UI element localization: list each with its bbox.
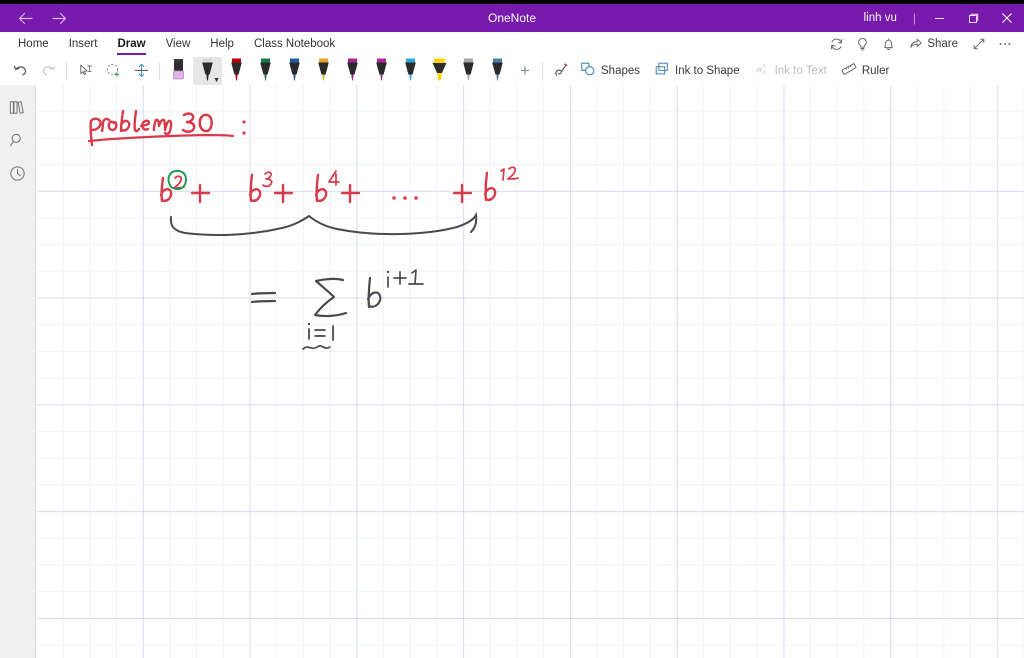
ink-drawing-layer [87,109,519,350]
bell-icon[interactable] [875,32,901,56]
ink-expression-series [159,166,519,204]
ink-to-shape-icon [654,61,670,80]
draw-toolbar: ▼ + Shapes Ink to Shape a a Ink to Text … [0,56,1024,85]
ink-to-shape-button[interactable]: Ink to Shape [649,58,749,84]
tab-draw[interactable]: Draw [107,32,155,56]
ink-to-text-button[interactable]: a a Ink to Text [749,58,836,84]
toolbar-divider-3 [542,61,543,80]
left-sidebar [0,85,36,658]
ink-to-shape-label: Ink to Shape [675,64,740,77]
lasso-select-icon[interactable] [99,58,127,84]
ink-expression-summation [250,269,424,350]
sidebar-item-search[interactable] [2,124,34,157]
insert-space-icon[interactable] [127,58,155,84]
tab-help[interactable]: Help [200,32,244,56]
title-bar-right: linh vu | [854,4,1024,32]
ruler-button[interactable]: Ruler [836,58,898,84]
ink-replay-icon[interactable] [547,58,575,84]
sidebar-item-notebooks[interactable] [2,91,34,124]
ribbon-tab-bar: Home Insert Draw View Help Class Noteboo… [0,32,1024,56]
highlighter-yellow[interactable] [425,57,454,85]
ink-to-text-label: Ink to Text [774,64,827,77]
ruler-label: Ruler [861,64,890,77]
minimize-button[interactable] [922,4,956,32]
tab-class-notebook[interactable]: Class Notebook [244,32,345,56]
ribbon-tabs-right: Share [823,32,1024,56]
navigation-arrows [0,5,76,31]
ink-brace-underline [169,211,478,237]
ink-to-text-icon: a a [754,61,770,80]
more-options-icon[interactable] [992,32,1018,56]
toolbar-divider-2 [159,61,160,80]
pen-black[interactable]: ▼ [193,56,222,85]
ribbon-tabs-left: Home Insert Draw View Help Class Noteboo… [0,32,345,56]
pen-green[interactable] [251,57,280,85]
add-pen-button[interactable]: + [512,58,538,84]
forward-button[interactable] [42,5,76,31]
pen-cyan[interactable] [396,57,425,85]
close-button[interactable] [990,4,1024,32]
share-icon [909,36,923,53]
shapes-icon [580,61,596,80]
account-name[interactable]: linh vu [854,12,907,24]
ink-heading-problem-30 [87,109,246,147]
ruler-icon [841,61,857,80]
tab-insert[interactable]: Insert [59,32,108,56]
note-page-canvas[interactable] [37,85,1024,658]
title-separator: | [912,11,916,25]
pen-blue[interactable] [280,57,309,85]
select-ink-text-icon[interactable] [71,58,99,84]
shapes-button[interactable]: Shapes [575,58,649,84]
title-bar: OneNote linh vu | [0,4,1024,32]
share-label: Share [927,38,958,50]
undo-button[interactable] [6,58,34,84]
tab-view[interactable]: View [156,32,201,56]
svg-text:a: a [762,69,765,75]
expand-icon[interactable] [966,32,992,56]
restore-button[interactable] [956,4,990,32]
pen-red[interactable] [222,57,251,85]
sidebar-item-recent[interactable] [2,157,34,190]
pen-silver[interactable] [454,57,483,85]
pen-magenta-2[interactable] [367,57,396,85]
pen-steel-blue[interactable] [483,57,512,85]
shapes-label: Shapes [601,64,641,77]
chevron-down-icon[interactable]: ▼ [213,77,220,84]
eraser-button[interactable] [164,57,193,85]
tab-home[interactable]: Home [8,32,59,56]
pen-gold[interactable] [309,57,338,85]
onenote-window: OneNote linh vu | Home Insert Draw View … [0,0,1024,658]
redo-button[interactable] [34,58,62,84]
toolbar-divider [66,61,67,80]
share-button[interactable]: Share [901,32,966,56]
back-button[interactable] [8,5,42,31]
lightbulb-icon[interactable] [849,32,875,56]
sync-icon[interactable] [823,32,849,56]
pen-magenta[interactable] [338,57,367,85]
